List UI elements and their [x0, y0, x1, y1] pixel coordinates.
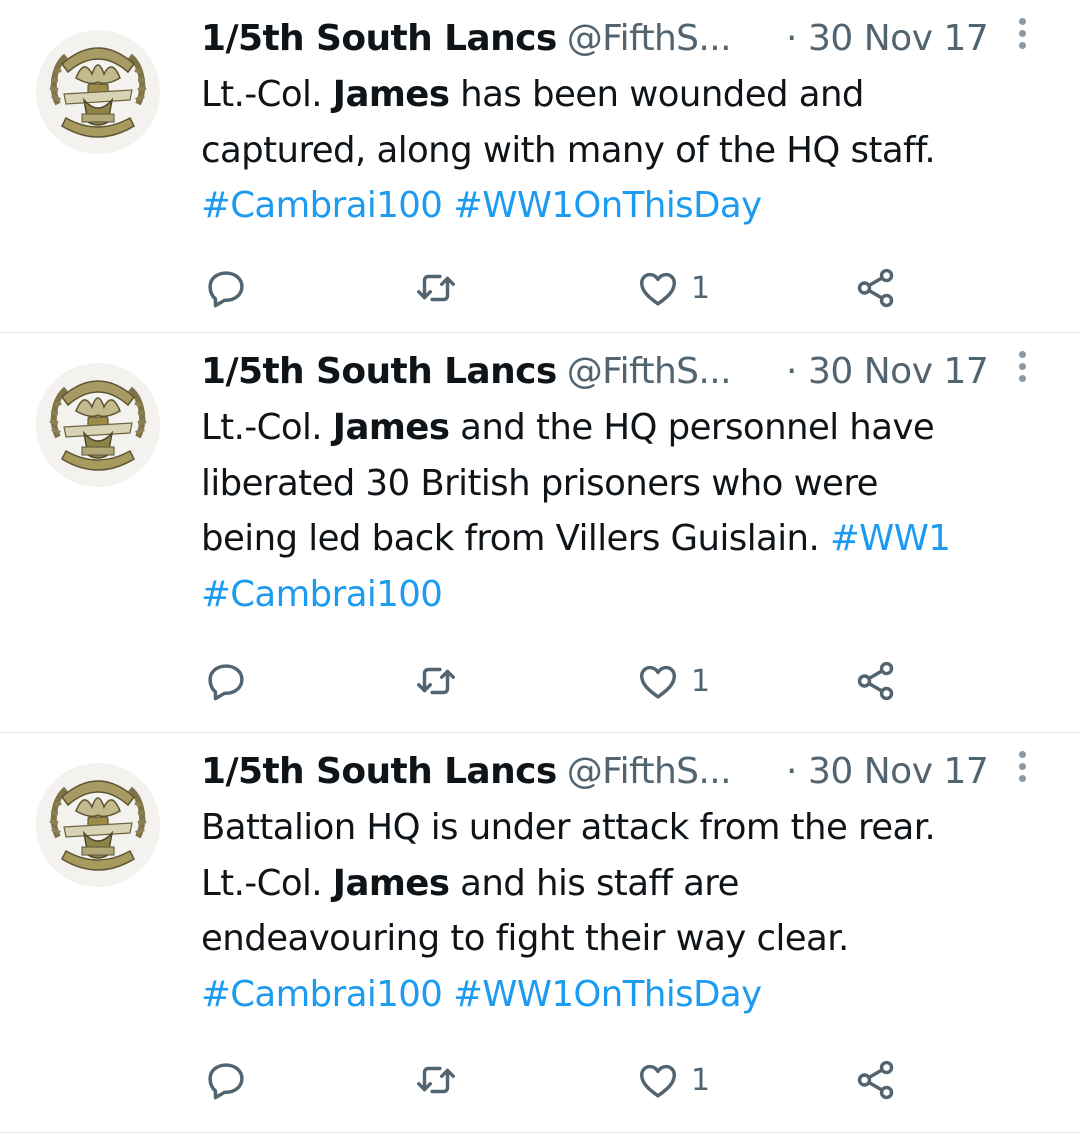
tweet-text-line: Battalion HQ is under attack from the re…: [201, 800, 1061, 856]
text-segment: Lt.-Col.: [201, 407, 333, 448]
retweet-icon: [417, 667, 455, 695]
heart-icon: [639, 1064, 677, 1098]
text-segment: and his staff are: [449, 862, 739, 904]
tweet-text-line: #Cambrai100 #WW1OnThisDay: [201, 178, 1061, 234]
like-button[interactable]: 1: [635, 651, 710, 711]
tweet-text-line: #Cambrai100 #WW1OnThisDay: [201, 967, 1061, 1023]
hashtag-link[interactable]: #Cambrai100: [201, 574, 443, 615]
text-segment: Lt.-Col.: [201, 74, 333, 115]
bold-text: James: [332, 862, 450, 904]
retweet-icon: [417, 1066, 455, 1094]
share-button[interactable]: [853, 258, 899, 318]
tweet-date[interactable]: 30 Nov 17: [808, 747, 989, 797]
header-separator: ·: [786, 351, 798, 392]
hashtag-link[interactable]: #Cambrai100: [201, 185, 443, 226]
reply-icon: [208, 664, 244, 701]
tweet-header: 1/5th South Lancs @FifthS... · 30 Nov 17: [201, 747, 1051, 797]
text-segment: and the HQ personnel have: [449, 407, 935, 448]
like-count: 1: [691, 270, 711, 306]
tweet-text-line: #Cambrai100: [201, 567, 1061, 623]
retweet-button[interactable]: [413, 1050, 459, 1110]
regimental-badge-avatar[interactable]: [36, 363, 160, 487]
tweet-actions: 1: [0, 651, 1080, 711]
reply-button[interactable]: [203, 1050, 249, 1110]
like-button[interactable]: 1: [635, 258, 710, 318]
header-separator: ·: [786, 751, 798, 792]
tweet-text-line: endeavouring to fight their way clear.: [201, 911, 1061, 967]
share-icon: [857, 1060, 894, 1100]
text-segment: [442, 974, 453, 1015]
tweet-header: 1/5th South Lancs @FifthS... · 30 Nov 17: [201, 347, 1051, 397]
retweet-icon: [417, 274, 455, 302]
author-name[interactable]: 1/5th South Lancs: [201, 18, 557, 59]
share-button[interactable]: [853, 651, 899, 711]
regimental-badge-avatar[interactable]: [36, 30, 160, 154]
tweet-text: Lt.-Col. James has been wounded and captu…: [201, 67, 1061, 234]
hashtag-link[interactable]: #WW1OnThisDay: [453, 974, 762, 1015]
regimental-badge-avatar[interactable]: [36, 763, 160, 887]
more-vertical-icon[interactable]: [1014, 18, 1030, 62]
text-segment: captured, along with many of the HQ staf…: [201, 129, 936, 171]
tweet-text-line: captured, along with many of the HQ staf…: [201, 123, 1061, 179]
author-handle[interactable]: @FifthS...: [567, 351, 732, 392]
tweet-divider: [0, 732, 1080, 733]
header-separator: ·: [786, 18, 798, 59]
more-vertical-icon[interactable]: [1014, 351, 1030, 395]
tweet-date[interactable]: 30 Nov 17: [808, 14, 989, 64]
heart-icon: [639, 665, 677, 699]
text-segment: has been wounded and: [449, 74, 864, 115]
like-count: 1: [691, 663, 711, 699]
author-handle[interactable]: @FifthS...: [567, 751, 732, 792]
tweet-3[interactable]: 1/5th South Lancs @FifthS... · 30 Nov 17 …: [0, 733, 1080, 1133]
bold-text: James: [332, 407, 450, 448]
tweet-text-line: Lt.-Col. James and the HQ personnel have: [201, 400, 1061, 456]
tweet-text: Battalion HQ is under attack from the re…: [201, 800, 1061, 1022]
reply-button[interactable]: [203, 651, 249, 711]
retweet-button[interactable]: [413, 258, 459, 318]
more-vertical-icon[interactable]: [1014, 751, 1030, 795]
text-segment: Lt.-Col.: [201, 862, 333, 904]
tweet-header: 1/5th South Lancs @FifthS... · 30 Nov 17: [201, 14, 1051, 64]
text-segment: endeavouring to fight their way clear.: [201, 918, 849, 959]
bold-text: James: [332, 74, 450, 115]
text-segment: liberated 30 British prisoners who were: [201, 462, 878, 504]
share-icon: [857, 268, 894, 308]
tweet-text: Lt.-Col. James and the HQ personnel have…: [201, 400, 1061, 622]
tweet-2[interactable]: 1/5th South Lancs @FifthS... · 30 Nov 17 …: [0, 333, 1080, 733]
author-handle[interactable]: @FifthS...: [567, 18, 732, 59]
tweet-actions: 1: [0, 258, 1080, 318]
reply-icon: [208, 271, 244, 308]
tweet-text-line: being led back from Villers Guislain. #W…: [201, 511, 1061, 567]
like-count: 1: [691, 1062, 711, 1098]
share-icon: [857, 661, 894, 701]
like-button[interactable]: 1: [635, 1050, 710, 1110]
text-segment: being led back from Villers Guislain.: [201, 518, 830, 559]
text-segment: [442, 185, 453, 226]
tweet-divider: [0, 1132, 1080, 1133]
share-button[interactable]: [853, 1050, 899, 1110]
hashtag-link[interactable]: #WW1: [830, 518, 951, 559]
tweet-divider: [0, 332, 1080, 333]
reply-button[interactable]: [203, 258, 249, 318]
reply-icon: [208, 1063, 244, 1100]
text-segment: Battalion HQ is under attack from the re…: [201, 807, 936, 848]
tweet-text-line: liberated 30 British prisoners who were: [201, 456, 1061, 512]
tweet-date[interactable]: 30 Nov 17: [808, 347, 989, 397]
tweet-actions: 1: [0, 1050, 1080, 1110]
hashtag-link[interactable]: #WW1OnThisDay: [453, 185, 762, 226]
tweet-text-line: Lt.-Col. James and his staff are: [201, 856, 1061, 912]
author-name[interactable]: 1/5th South Lancs: [201, 351, 557, 392]
tweet-text-line: Lt.-Col. James has been wounded and: [201, 67, 1061, 123]
heart-icon: [639, 272, 677, 306]
author-name[interactable]: 1/5th South Lancs: [201, 751, 557, 792]
hashtag-link[interactable]: #Cambrai100: [201, 974, 443, 1015]
retweet-button[interactable]: [413, 651, 459, 711]
